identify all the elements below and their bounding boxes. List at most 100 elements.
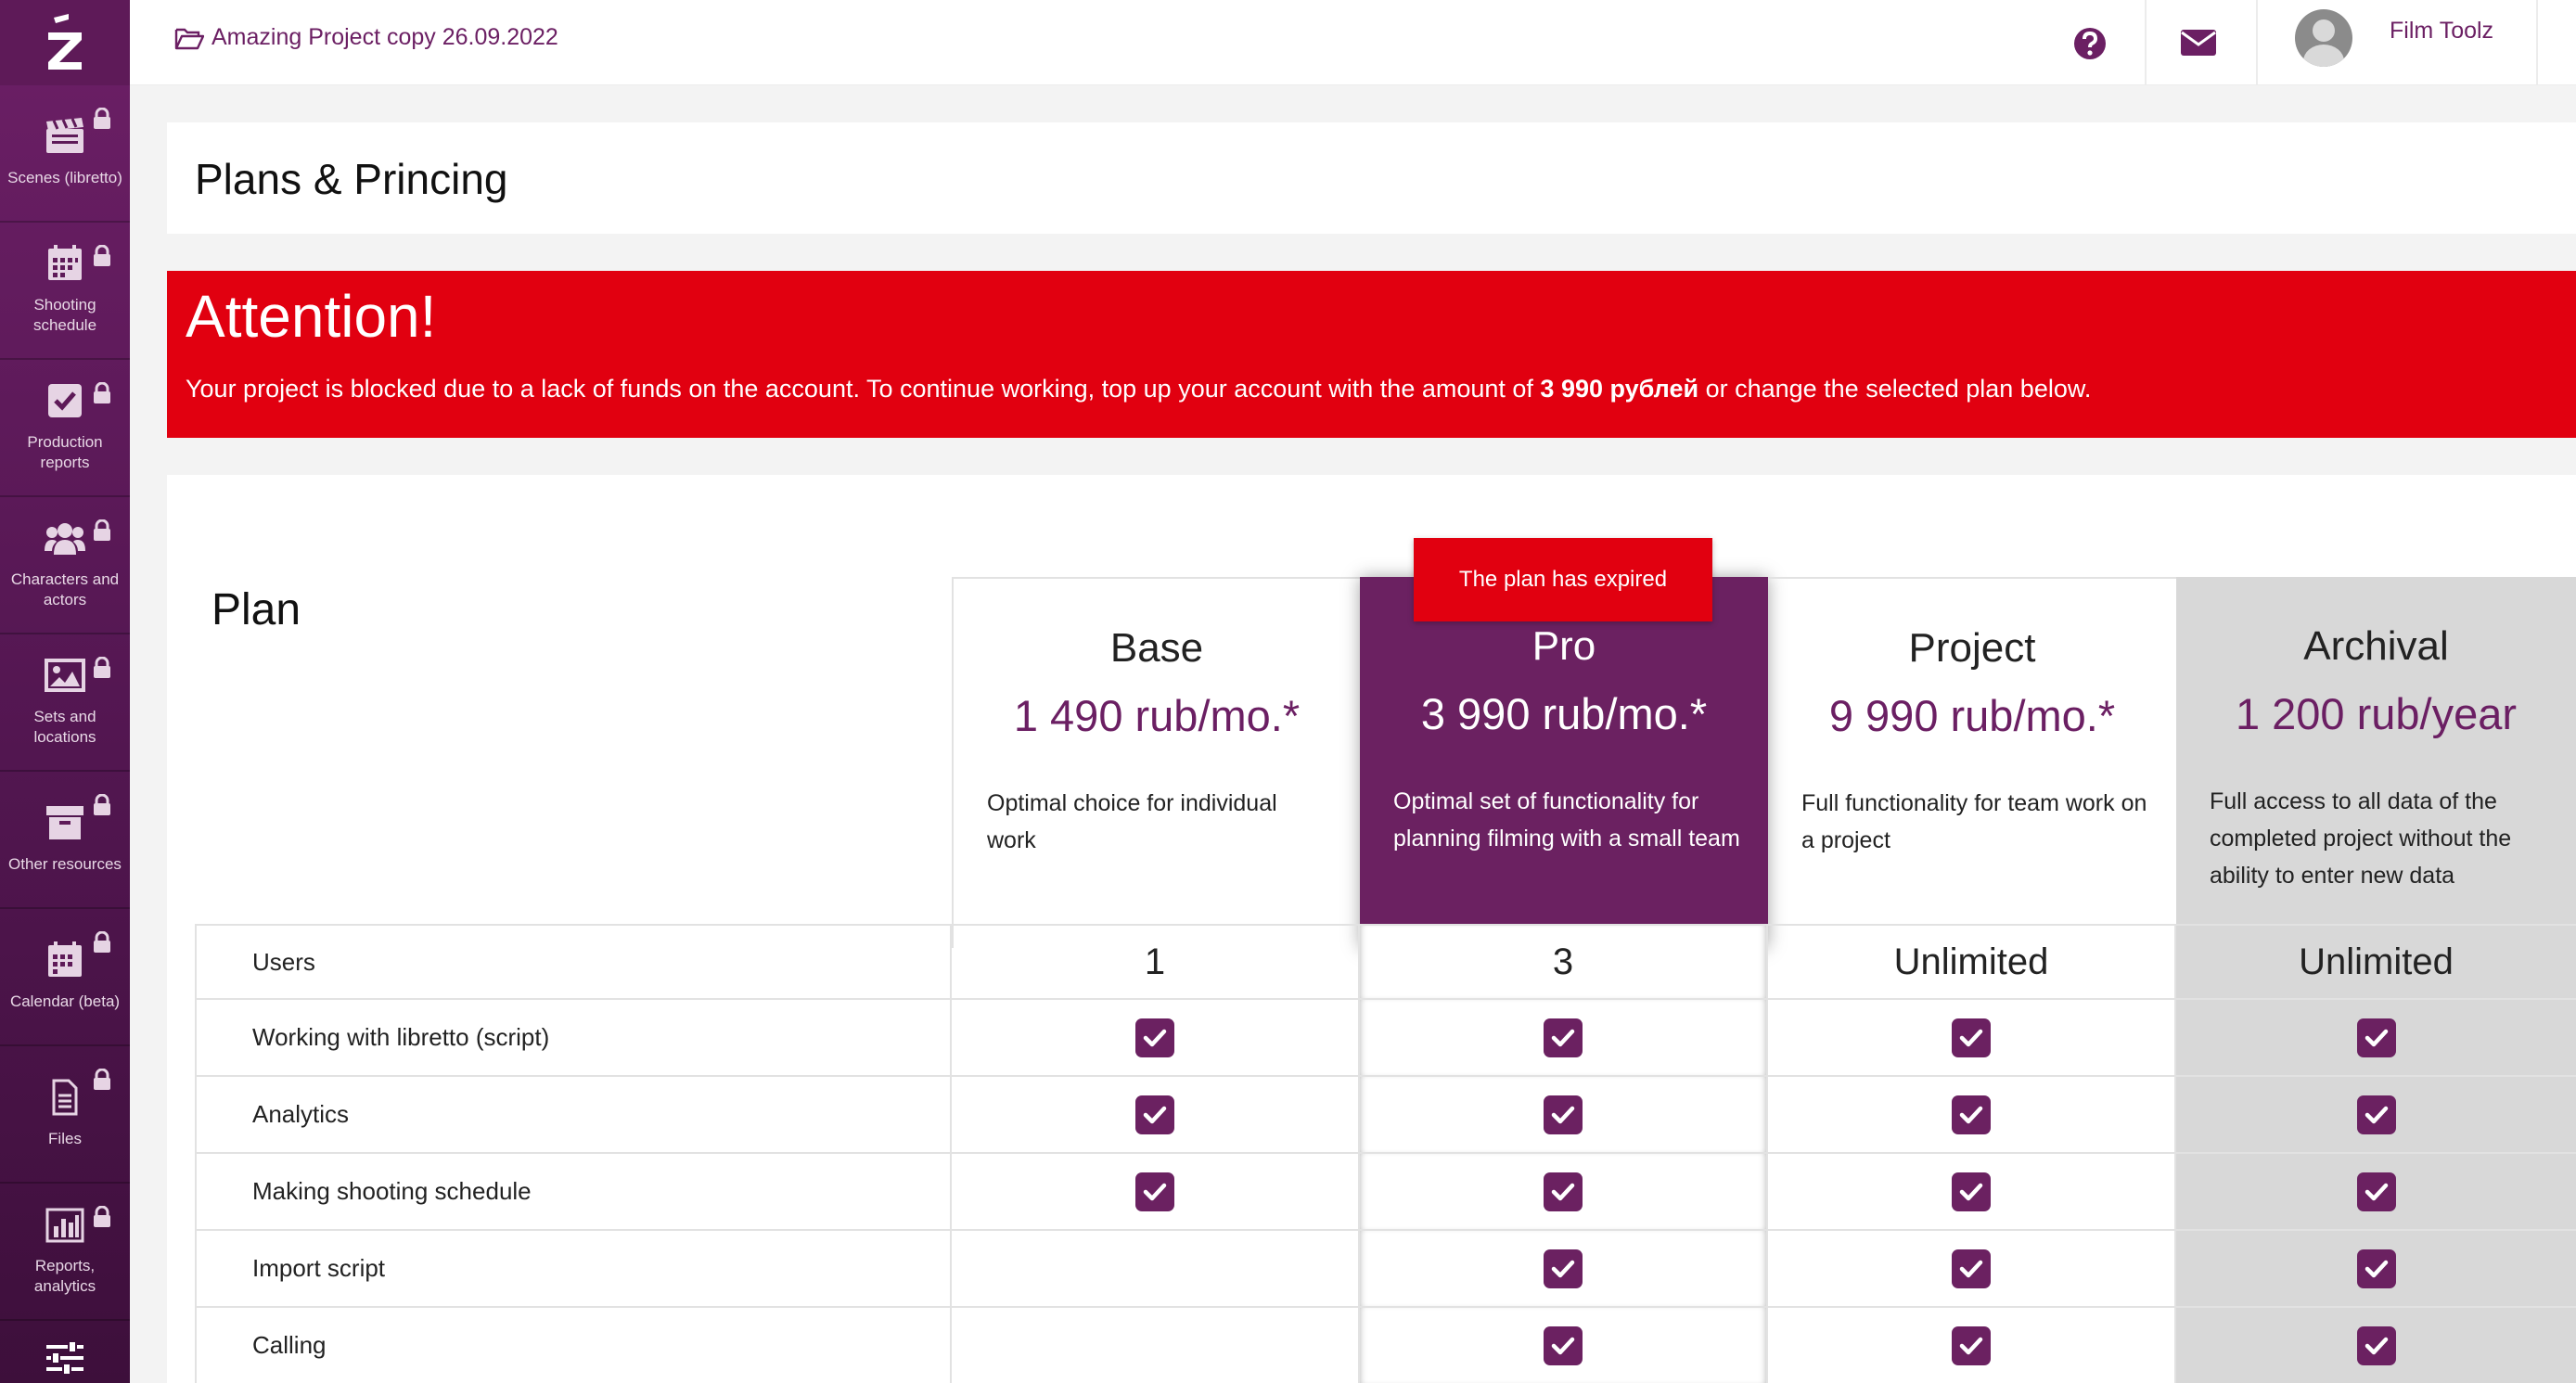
sliders-icon — [46, 1340, 83, 1376]
archive-box-icon — [46, 806, 83, 839]
sidebar-settings-button[interactable] — [0, 1321, 130, 1383]
app-logo[interactable] — [0, 0, 130, 85]
plans-table: Plan Base 1 490 rub/mo.* Optimal choice … — [167, 475, 2576, 1383]
plan-price: 3 990 rub/mo.* — [1420, 689, 1708, 738]
feature-checkbox — [1952, 1325, 1991, 1365]
help-icon[interactable] — [2070, 24, 2109, 63]
plan-name: Project — [1908, 625, 2036, 671]
plan-column-base[interactable]: Base 1 490 rub/mo.* Optimal choice for i… — [952, 577, 1360, 948]
calendar-icon — [48, 941, 82, 977]
user-menu[interactable]: Film Toolz — [2295, 9, 2493, 67]
feature-checkbox — [1544, 1172, 1583, 1211]
sidebar-item-label: Scenes (libretto) — [7, 169, 122, 186]
sidebar-item-files[interactable]: Files — [0, 1046, 130, 1184]
feature-name: Import script — [195, 1231, 952, 1306]
checkbox-icon — [48, 384, 82, 417]
sidebar-item-label: Calendar (beta) — [9, 992, 121, 1010]
check-icon — [1959, 1106, 1983, 1123]
plan-price: 1 490 rub/mo.* — [1013, 691, 1301, 740]
lock-icon — [94, 108, 110, 129]
feature-cell: Unlimited — [2176, 926, 2576, 998]
plan-name: Archival — [2303, 623, 2449, 669]
sidebar: Scenes (libretto) Shooting schedule Prod… — [0, 0, 130, 1383]
feature-checkbox — [1544, 1018, 1583, 1057]
feature-cell — [1768, 1000, 2176, 1075]
project-breadcrumb[interactable]: Amazing Project copy 26.09.2022 — [174, 24, 558, 51]
sidebar-item-characters[interactable]: Characters and actors — [0, 497, 130, 634]
feature-checkbox — [1952, 1095, 1991, 1134]
plan-column-archival[interactable]: Archival 1 200 rub/year Full access to a… — [2176, 577, 2576, 948]
check-icon — [1959, 1337, 1983, 1354]
plan-name: Base — [1109, 625, 1204, 671]
check-icon — [1551, 1029, 1575, 1046]
check-icon — [1143, 1029, 1167, 1046]
lock-icon — [94, 1206, 110, 1227]
feature-name: Making shooting schedule — [195, 1154, 952, 1229]
check-icon — [1551, 1183, 1575, 1200]
feature-cell — [1360, 1077, 1768, 1152]
check-icon — [1143, 1183, 1167, 1200]
sidebar-item-shooting-schedule[interactable]: Shooting schedule — [0, 223, 130, 360]
feature-checkbox — [1952, 1172, 1991, 1211]
feature-checkbox — [2356, 1325, 2396, 1365]
users-icon — [45, 523, 85, 555]
sidebar-item-production-reports[interactable]: Production reports — [0, 360, 130, 497]
clapperboard-icon — [46, 118, 83, 153]
features-table: Users 1 3 Unlimited Unlimited Working with li… — [195, 924, 2576, 1383]
feature-cell — [952, 1231, 1360, 1306]
sidebar-item-other-resources[interactable]: Other resources — [0, 772, 130, 909]
calendar-grid-icon — [48, 245, 82, 280]
sidebar-item-scenes[interactable]: Scenes (libretto) — [0, 85, 130, 223]
feature-cell — [1768, 1077, 2176, 1152]
lock-icon — [94, 245, 110, 266]
user-name: Film Toolz — [2390, 17, 2494, 44]
check-icon — [2365, 1260, 2388, 1277]
feature-row: Calling — [195, 1306, 2576, 1383]
mail-icon[interactable] — [2180, 28, 2217, 58]
sidebar-item-calendar[interactable]: Calendar (beta) — [0, 909, 130, 1046]
feature-cell — [2176, 1077, 2576, 1152]
feature-cell — [2176, 1000, 2576, 1075]
check-icon — [1551, 1260, 1575, 1277]
feature-cell: 1 — [952, 926, 1360, 998]
feature-cell — [952, 1000, 1360, 1075]
plan-name: Pro — [1532, 623, 1596, 669]
check-icon — [2365, 1029, 2388, 1046]
page-header: Plans & Princing — [167, 122, 2576, 234]
logo-icon — [48, 14, 82, 70]
sidebar-item-label: Shooting schedule — [32, 296, 97, 334]
lock-icon — [94, 1069, 110, 1090]
plan-column-pro[interactable]: Pro 3 990 rub/mo.* Optimal set of functi… — [1360, 577, 1768, 948]
check-icon — [2365, 1183, 2388, 1200]
plan-price: 1 200 rub/year — [2235, 689, 2518, 738]
plan-description: Full functionality for team work on a pr… — [1801, 790, 2147, 853]
check-icon — [1551, 1337, 1575, 1354]
sidebar-item-reports[interactable]: Reports, analytics — [0, 1184, 130, 1321]
plan-column-project[interactable]: Project 9 990 rub/mo.* Full functionalit… — [1768, 577, 2176, 948]
sidebar-item-label: Production reports — [27, 433, 103, 471]
feature-checkbox — [1544, 1095, 1583, 1134]
lock-icon — [94, 794, 110, 815]
feature-checkbox — [1544, 1249, 1583, 1288]
plan-price: 9 990 rub/mo.* — [1828, 691, 2116, 740]
blocked-alert: Attention! Your project is blocked due t… — [167, 271, 2576, 438]
lock-icon — [94, 519, 110, 541]
topbar: Amazing Project copy 26.09.2022 Film Too… — [130, 0, 2576, 85]
check-icon — [1143, 1106, 1167, 1123]
feature-name: Calling — [195, 1308, 952, 1383]
feature-checkbox — [2356, 1172, 2396, 1211]
feature-checkbox — [1544, 1325, 1583, 1365]
feature-cell — [952, 1154, 1360, 1229]
topbar-divider — [2256, 0, 2258, 85]
check-icon — [2365, 1337, 2388, 1354]
feature-cell — [1360, 1231, 1768, 1306]
feature-cell — [952, 1308, 1360, 1383]
feature-checkbox — [1952, 1249, 1991, 1288]
check-icon — [1551, 1106, 1575, 1123]
feature-cell — [2176, 1154, 2576, 1229]
check-icon — [1959, 1183, 1983, 1200]
project-name: Amazing Project copy 26.09.2022 — [211, 24, 558, 50]
feature-checkbox — [1952, 1018, 1991, 1057]
sidebar-item-sets-locations[interactable]: Sets and locations — [0, 634, 130, 772]
feature-cell — [1360, 1308, 1768, 1383]
